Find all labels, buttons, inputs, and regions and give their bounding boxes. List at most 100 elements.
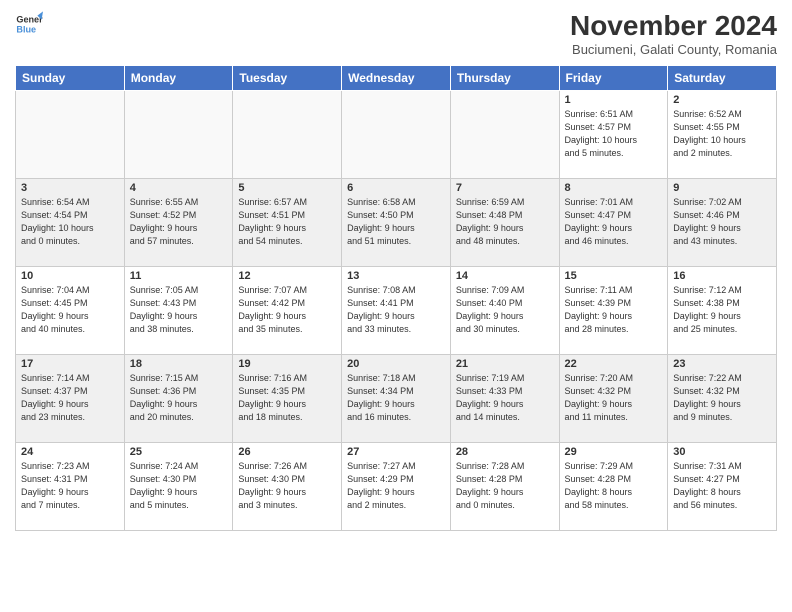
calendar-cell: 17 Sunrise: 7:14 AM Sunset: 4:37 PM Dayli… bbox=[16, 355, 125, 443]
logo-icon: General Blue bbox=[15, 10, 43, 38]
logo-area: General Blue bbox=[15, 10, 43, 38]
calendar-cell: 10 Sunrise: 7:04 AM Sunset: 4:45 PM Dayli… bbox=[16, 267, 125, 355]
calendar-cell: 23Sunrise: 7:22 AM Sunset: 4:32 PM Dayli… bbox=[668, 355, 777, 443]
title-area: November 2024 Buciumeni, Galati County, … bbox=[570, 10, 777, 57]
calendar-cell: 7Sunrise: 6:59 AM Sunset: 4:48 PM Daylig… bbox=[450, 179, 559, 267]
day-number: 21 bbox=[456, 358, 554, 370]
day-info: Sunrise: 7:01 AM Sunset: 4:47 PM Dayligh… bbox=[565, 196, 663, 248]
month-title: November 2024 bbox=[570, 10, 777, 42]
day-info: Sunrise: 6:51 AM Sunset: 4:57 PM Dayligh… bbox=[565, 108, 663, 160]
day-number: 6 bbox=[347, 182, 445, 194]
calendar-cell: 16 Sunrise: 7:12 AM Sunset: 4:38 PM Dayli… bbox=[668, 267, 777, 355]
day-info: Sunrise: 7:11 AM Sunset: 4:39 PM Dayligh… bbox=[565, 284, 663, 336]
calendar-cell bbox=[450, 91, 559, 179]
calendar-cell: 11Sunrise: 7:05 AM Sunset: 4:43 PM Dayli… bbox=[124, 267, 233, 355]
day-info: Sunrise: 7:31 AM Sunset: 4:27 PM Dayligh… bbox=[673, 460, 771, 512]
weekday-header-saturday: Saturday bbox=[668, 66, 777, 91]
day-info: Sunrise: 7:14 AM Sunset: 4:37 PM Dayligh… bbox=[21, 372, 119, 424]
day-number: 23 bbox=[673, 358, 771, 370]
day-info: Sunrise: 7:28 AM Sunset: 4:28 PM Dayligh… bbox=[456, 460, 554, 512]
day-info: Sunrise: 7:27 AM Sunset: 4:29 PM Dayligh… bbox=[347, 460, 445, 512]
week-row-3: 10 Sunrise: 7:04 AM Sunset: 4:45 PM Dayli… bbox=[16, 267, 777, 355]
week-row-4: 17 Sunrise: 7:14 AM Sunset: 4:37 PM Dayli… bbox=[16, 355, 777, 443]
calendar-table: SundayMondayTuesdayWednesdayThursdayFrid… bbox=[15, 65, 777, 531]
day-info: Sunrise: 7:04 AM Sunset: 4:45 PM Dayligh… bbox=[21, 284, 119, 336]
calendar-cell: 21Sunrise: 7:19 AM Sunset: 4:33 PM Dayli… bbox=[450, 355, 559, 443]
day-number: 1 bbox=[565, 94, 663, 106]
day-number: 13 bbox=[347, 270, 445, 282]
calendar-cell bbox=[233, 91, 342, 179]
day-info: Sunrise: 7:18 AM Sunset: 4:34 PM Dayligh… bbox=[347, 372, 445, 424]
calendar-cell: 24 Sunrise: 7:23 AM Sunset: 4:31 PM Dayli… bbox=[16, 443, 125, 531]
day-number: 15 bbox=[565, 270, 663, 282]
calendar-cell: 8 Sunrise: 7:01 AM Sunset: 4:47 PM Daylig… bbox=[559, 179, 668, 267]
week-row-2: 3 Sunrise: 6:54 AM Sunset: 4:54 PM Daylig… bbox=[16, 179, 777, 267]
calendar-cell: 2Sunrise: 6:52 AM Sunset: 4:55 PM Daylig… bbox=[668, 91, 777, 179]
calendar-cell: 25 Sunrise: 7:24 AM Sunset: 4:30 PM Dayli… bbox=[124, 443, 233, 531]
weekday-header-sunday: Sunday bbox=[16, 66, 125, 91]
calendar-cell: 5 Sunrise: 6:57 AM Sunset: 4:51 PM Daylig… bbox=[233, 179, 342, 267]
calendar-cell: 18 Sunrise: 7:15 AM Sunset: 4:36 PM Dayli… bbox=[124, 355, 233, 443]
calendar-cell: 19 Sunrise: 7:16 AM Sunset: 4:35 PM Dayli… bbox=[233, 355, 342, 443]
page: General Blue November 2024 Buciumeni, Ga… bbox=[0, 0, 792, 612]
location-subtitle: Buciumeni, Galati County, Romania bbox=[570, 42, 777, 57]
day-info: Sunrise: 7:02 AM Sunset: 4:46 PM Dayligh… bbox=[673, 196, 771, 248]
day-number: 17 bbox=[21, 358, 119, 370]
day-info: Sunrise: 7:15 AM Sunset: 4:36 PM Dayligh… bbox=[130, 372, 228, 424]
week-row-5: 24 Sunrise: 7:23 AM Sunset: 4:31 PM Dayli… bbox=[16, 443, 777, 531]
day-info: Sunrise: 6:54 AM Sunset: 4:54 PM Dayligh… bbox=[21, 196, 119, 248]
day-number: 12 bbox=[238, 270, 336, 282]
day-number: 9 bbox=[673, 182, 771, 194]
day-info: Sunrise: 7:16 AM Sunset: 4:35 PM Dayligh… bbox=[238, 372, 336, 424]
calendar-cell: 22 Sunrise: 7:20 AM Sunset: 4:32 PM Dayli… bbox=[559, 355, 668, 443]
svg-text:Blue: Blue bbox=[16, 24, 36, 34]
day-number: 19 bbox=[238, 358, 336, 370]
day-number: 3 bbox=[21, 182, 119, 194]
day-number: 5 bbox=[238, 182, 336, 194]
calendar-cell: 20Sunrise: 7:18 AM Sunset: 4:34 PM Dayli… bbox=[342, 355, 451, 443]
weekday-header-row: SundayMondayTuesdayWednesdayThursdayFrid… bbox=[16, 66, 777, 91]
day-info: Sunrise: 7:12 AM Sunset: 4:38 PM Dayligh… bbox=[673, 284, 771, 336]
day-info: Sunrise: 7:23 AM Sunset: 4:31 PM Dayligh… bbox=[21, 460, 119, 512]
calendar-cell: 28 Sunrise: 7:28 AM Sunset: 4:28 PM Dayli… bbox=[450, 443, 559, 531]
day-info: Sunrise: 6:52 AM Sunset: 4:55 PM Dayligh… bbox=[673, 108, 771, 160]
calendar-cell: 13 Sunrise: 7:08 AM Sunset: 4:41 PM Dayli… bbox=[342, 267, 451, 355]
day-info: Sunrise: 7:24 AM Sunset: 4:30 PM Dayligh… bbox=[130, 460, 228, 512]
day-info: Sunrise: 7:20 AM Sunset: 4:32 PM Dayligh… bbox=[565, 372, 663, 424]
day-number: 14 bbox=[456, 270, 554, 282]
calendar-cell: 3 Sunrise: 6:54 AM Sunset: 4:54 PM Daylig… bbox=[16, 179, 125, 267]
day-number: 29 bbox=[565, 446, 663, 458]
day-number: 25 bbox=[130, 446, 228, 458]
day-info: Sunrise: 7:07 AM Sunset: 4:42 PM Dayligh… bbox=[238, 284, 336, 336]
calendar-cell bbox=[16, 91, 125, 179]
weekday-header-friday: Friday bbox=[559, 66, 668, 91]
week-row-1: 1 Sunrise: 6:51 AM Sunset: 4:57 PM Daylig… bbox=[16, 91, 777, 179]
day-info: Sunrise: 7:29 AM Sunset: 4:28 PM Dayligh… bbox=[565, 460, 663, 512]
calendar-cell: 4Sunrise: 6:55 AM Sunset: 4:52 PM Daylig… bbox=[124, 179, 233, 267]
day-number: 22 bbox=[565, 358, 663, 370]
day-number: 10 bbox=[21, 270, 119, 282]
calendar-cell: 14Sunrise: 7:09 AM Sunset: 4:40 PM Dayli… bbox=[450, 267, 559, 355]
calendar-cell: 9 Sunrise: 7:02 AM Sunset: 4:46 PM Daylig… bbox=[668, 179, 777, 267]
weekday-header-monday: Monday bbox=[124, 66, 233, 91]
calendar-cell: 27 Sunrise: 7:27 AM Sunset: 4:29 PM Dayli… bbox=[342, 443, 451, 531]
day-info: Sunrise: 6:57 AM Sunset: 4:51 PM Dayligh… bbox=[238, 196, 336, 248]
calendar-cell: 12 Sunrise: 7:07 AM Sunset: 4:42 PM Dayli… bbox=[233, 267, 342, 355]
weekday-header-tuesday: Tuesday bbox=[233, 66, 342, 91]
day-number: 24 bbox=[21, 446, 119, 458]
day-info: Sunrise: 7:08 AM Sunset: 4:41 PM Dayligh… bbox=[347, 284, 445, 336]
calendar-cell: 26Sunrise: 7:26 AM Sunset: 4:30 PM Dayli… bbox=[233, 443, 342, 531]
day-number: 11 bbox=[130, 270, 228, 282]
day-number: 28 bbox=[456, 446, 554, 458]
day-number: 16 bbox=[673, 270, 771, 282]
weekday-header-thursday: Thursday bbox=[450, 66, 559, 91]
header: General Blue November 2024 Buciumeni, Ga… bbox=[15, 10, 777, 57]
day-number: 8 bbox=[565, 182, 663, 194]
calendar-cell: 29 Sunrise: 7:29 AM Sunset: 4:28 PM Dayli… bbox=[559, 443, 668, 531]
day-number: 7 bbox=[456, 182, 554, 194]
day-number: 18 bbox=[130, 358, 228, 370]
day-number: 27 bbox=[347, 446, 445, 458]
calendar-cell: 15 Sunrise: 7:11 AM Sunset: 4:39 PM Dayli… bbox=[559, 267, 668, 355]
day-number: 4 bbox=[130, 182, 228, 194]
day-info: Sunrise: 7:26 AM Sunset: 4:30 PM Dayligh… bbox=[238, 460, 336, 512]
